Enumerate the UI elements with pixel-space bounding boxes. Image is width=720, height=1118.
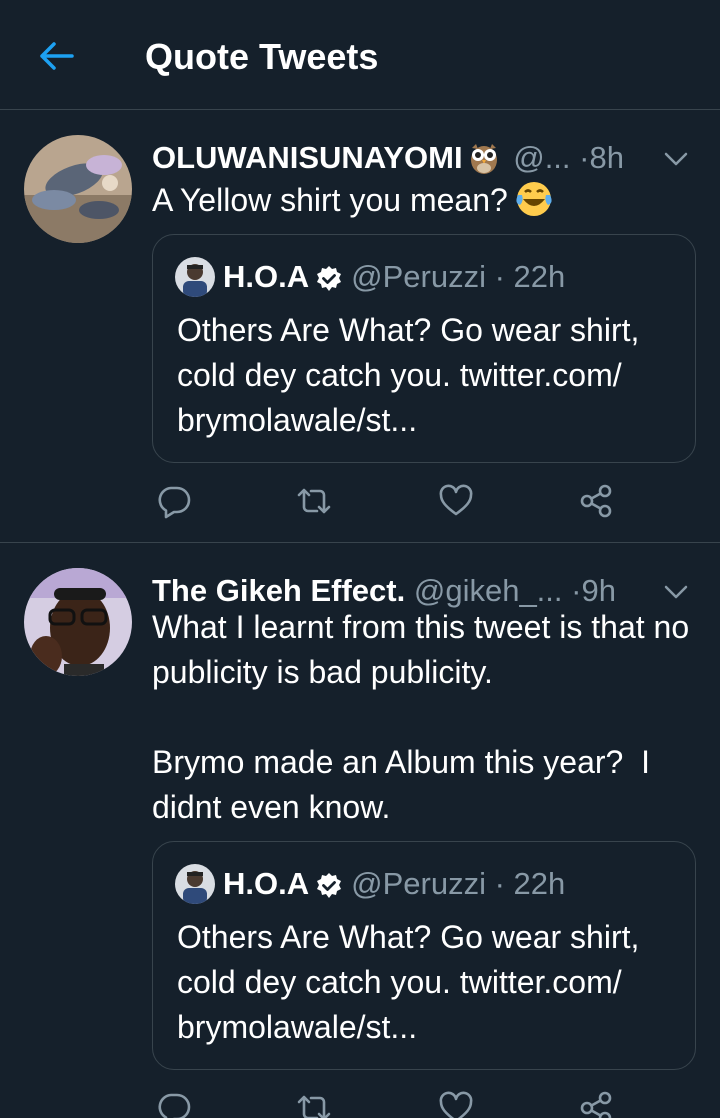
quoted-time: 22h <box>513 866 566 901</box>
top-bar: Quote Tweets <box>0 0 720 110</box>
tweet-menu-button[interactable] <box>662 578 690 606</box>
author-name[interactable]: OLUWANISUNAYOMI <box>152 140 463 175</box>
page-title: Quote Tweets <box>145 36 379 77</box>
separator-dot: · <box>571 573 582 608</box>
reply-button[interactable] <box>156 483 192 519</box>
tweet-actions <box>152 483 622 523</box>
tweet-card[interactable]: OLUWANISUNAYOMI @... ·8h A Yellow shirt … <box>0 111 720 543</box>
quoted-tweet[interactable]: H.O.A @Peruzzi · 22h Others Are What? Go … <box>152 841 696 1070</box>
quoted-avatar <box>175 864 215 904</box>
heart-icon <box>439 1091 473 1118</box>
quoted-author-name: H.O.A <box>223 866 310 901</box>
tweet-time[interactable]: 8h <box>589 140 623 175</box>
reply-icon <box>158 1093 191 1118</box>
separator-dot: · <box>579 140 590 175</box>
quoted-text: Others Are What? Go wear shirt, cold dey… <box>177 919 640 1045</box>
retweet-icon <box>297 1095 331 1118</box>
quoted-author-handle: @Peruzzi <box>351 866 486 901</box>
tweet-text: What I learnt from this tweet is that no… <box>152 609 690 825</box>
quoted-author-name: H.O.A <box>223 259 310 294</box>
quoted-header: H.O.A @Peruzzi · 22h <box>175 255 565 299</box>
tweet-actions <box>152 1090 622 1118</box>
reply-button[interactable] <box>156 1090 192 1118</box>
quoted-time: 22h <box>513 259 566 294</box>
share-button[interactable] <box>578 1090 614 1118</box>
tweet-menu-button[interactable] <box>662 145 690 173</box>
laughing-tears-icon <box>514 179 554 231</box>
arrow-left-icon <box>40 42 74 70</box>
tweet-header: OLUWANISUNAYOMI @... ·8h <box>152 137 697 179</box>
retweet-button[interactable] <box>296 483 332 519</box>
tweet-time[interactable]: 9h <box>581 573 615 608</box>
tweet-text: A Yellow shirt you mean? <box>152 178 697 231</box>
back-button[interactable] <box>36 36 76 76</box>
separator-dot: · <box>494 259 505 294</box>
share-icon <box>580 484 612 518</box>
share-button[interactable] <box>578 483 614 519</box>
like-button[interactable] <box>438 1090 474 1118</box>
like-button[interactable] <box>438 483 474 519</box>
author-name[interactable]: The Gikeh Effect. <box>152 573 405 608</box>
verified-badge-icon <box>315 868 343 912</box>
separator-dot: · <box>494 866 505 901</box>
chevron-down-icon <box>664 585 688 599</box>
quoted-avatar <box>175 257 215 297</box>
tweet-card[interactable]: The Gikeh Effect. @gikeh_... ·9h What I … <box>0 544 720 1118</box>
quoted-text: Others Are What? Go wear shirt, cold dey… <box>177 312 640 438</box>
verified-badge-icon <box>315 261 343 305</box>
avatar[interactable] <box>24 135 132 243</box>
quoted-tweet[interactable]: H.O.A @Peruzzi · 22h Others Are What? Go … <box>152 234 696 463</box>
heart-icon <box>439 484 473 516</box>
retweet-button[interactable] <box>296 1090 332 1118</box>
retweet-icon <box>297 488 331 514</box>
share-icon <box>580 1091 612 1118</box>
author-handle[interactable]: @... <box>513 140 570 175</box>
author-handle[interactable]: @gikeh_... <box>414 573 563 608</box>
chevron-down-icon <box>664 152 688 166</box>
quoted-author-handle: @Peruzzi <box>351 259 486 294</box>
quoted-header: H.O.A @Peruzzi · 22h <box>175 862 565 906</box>
avatar[interactable] <box>24 568 132 676</box>
reply-icon <box>158 486 191 519</box>
